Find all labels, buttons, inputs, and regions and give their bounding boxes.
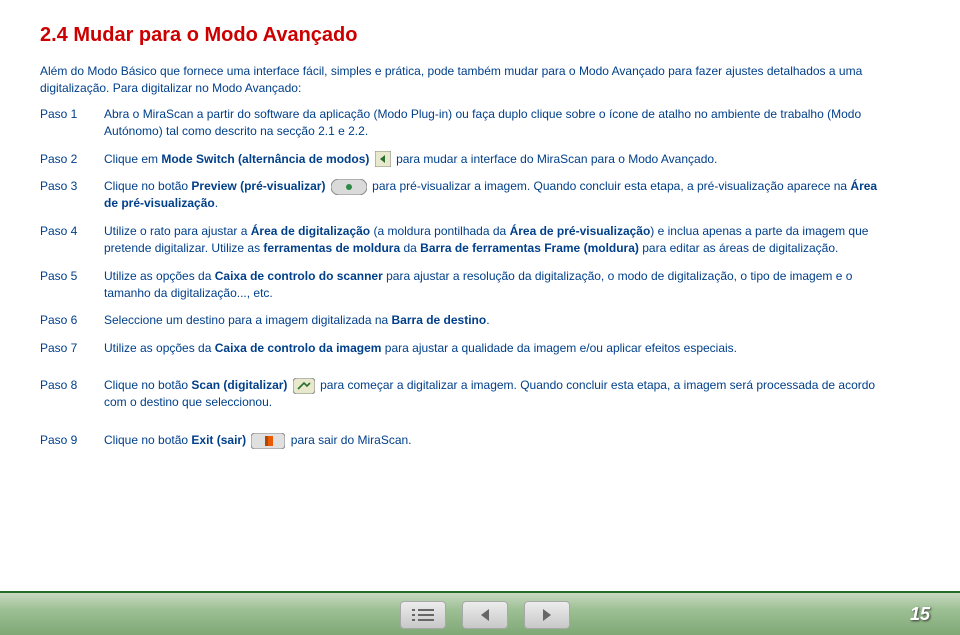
- section-heading: 2.4 Mudar para o Modo Avançado: [40, 24, 890, 47]
- toc-icon: [412, 607, 434, 623]
- step-text: Utilize as opções da Caixa de controlo d…: [104, 268, 890, 313]
- next-page-button[interactable]: [524, 601, 570, 629]
- step-text: Clique no botão Exit (sair) para sair do…: [104, 432, 890, 459]
- steps-table: Paso 1 Abra o MiraScan a partir do softw…: [40, 106, 890, 459]
- step-number: Paso 3: [40, 178, 104, 223]
- step-number: Paso 8: [40, 377, 104, 422]
- step-row: Paso 4 Utilize o rato para ajustar a Áre…: [40, 223, 890, 268]
- step-row: Paso 6 Seleccione um destino para a imag…: [40, 312, 890, 339]
- mode-switch-icon: [375, 151, 391, 167]
- step-number: Paso 7: [40, 340, 104, 367]
- step-row: Paso 5 Utilize as opções da Caixa de con…: [40, 268, 890, 313]
- step-number: Paso 6: [40, 312, 104, 339]
- step-row: Paso 8 Clique no botão Scan (digitalizar…: [40, 377, 890, 422]
- step-text: Seleccione um destino para a imagem digi…: [104, 312, 890, 339]
- exit-button-icon: [251, 433, 285, 449]
- step-text: Abra o MiraScan a partir do software da …: [104, 106, 890, 151]
- footer-bar: 15: [0, 593, 960, 635]
- arrow-left-icon: [477, 607, 493, 623]
- step-text: Clique no botão Preview (pré-visualizar)…: [104, 178, 890, 223]
- step-row: Paso 3 Clique no botão Preview (pré-visu…: [40, 178, 890, 223]
- step-number: Paso 1: [40, 106, 104, 151]
- prev-page-button[interactable]: [462, 601, 508, 629]
- scan-button-icon: [293, 378, 315, 394]
- step-number: Paso 2: [40, 151, 104, 178]
- preview-button-icon: [331, 179, 367, 195]
- step-number: Paso 4: [40, 223, 104, 268]
- step-row: Paso 7 Utilize as opções da Caixa de con…: [40, 340, 890, 367]
- step-row: Paso 2 Clique em Mode Switch (alternânci…: [40, 151, 890, 178]
- step-number: Paso 5: [40, 268, 104, 313]
- page-number: 15: [910, 604, 930, 625]
- step-text: Utilize o rato para ajustar a Área de di…: [104, 223, 890, 268]
- intro-paragraph: Além do Modo Básico que fornece uma inte…: [40, 63, 890, 98]
- arrow-right-icon: [539, 607, 555, 623]
- step-text: Clique em Mode Switch (alternância de mo…: [104, 151, 890, 178]
- step-number: Paso 9: [40, 432, 104, 459]
- step-text: Clique no botão Scan (digitalizar) para …: [104, 377, 890, 422]
- step-row: Paso 9 Clique no botão Exit (sair) para …: [40, 432, 890, 459]
- step-text: Utilize as opções da Caixa de controlo d…: [104, 340, 890, 367]
- toc-button[interactable]: [400, 601, 446, 629]
- step-row: Paso 1 Abra o MiraScan a partir do softw…: [40, 106, 890, 151]
